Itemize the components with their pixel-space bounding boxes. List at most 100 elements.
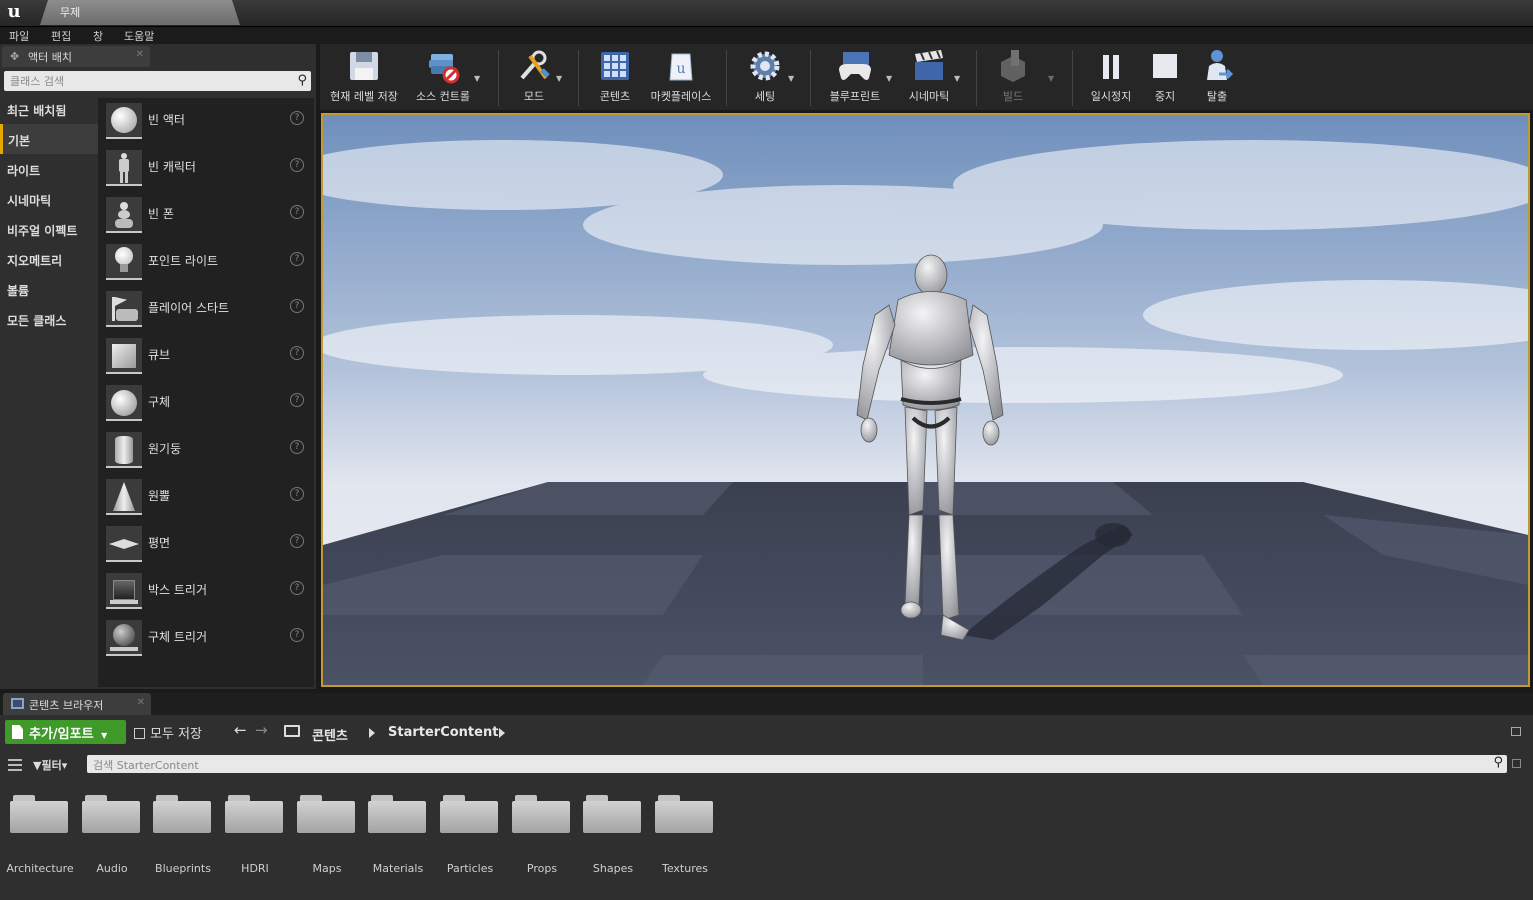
dropdown-arrow-icon: ▼	[101, 731, 108, 740]
build-button[interactable]: 빌드 ▼	[988, 48, 1054, 108]
title-bar: u 무제	[0, 0, 1533, 26]
help-icon[interactable]: ?	[290, 346, 304, 360]
breadcrumb-content[interactable]: 콘텐츠	[312, 725, 348, 744]
settings-button[interactable]: 세팅 ▼	[740, 48, 794, 108]
help-icon[interactable]: ?	[290, 487, 304, 501]
menu-edit[interactable]: 편집	[51, 28, 71, 44]
marketplace-button[interactable]: u 마켓플레이스	[646, 48, 716, 108]
category-visual-effects[interactable]: 비주얼 이펙트	[0, 214, 98, 244]
filters-button[interactable]: ▼필터▾	[33, 757, 67, 773]
folder-hdri[interactable]: HDRI	[225, 792, 285, 875]
save-all-button[interactable]: 모두 저장	[134, 723, 202, 742]
help-icon[interactable]: ?	[290, 299, 304, 313]
forward-arrow-icon[interactable]: →	[255, 721, 268, 739]
actor-item-box-trigger[interactable]: 박스 트리거 ?	[98, 568, 314, 615]
help-icon[interactable]: ?	[290, 111, 304, 125]
close-tab-icon[interactable]: ✕	[136, 49, 144, 60]
folder-textures[interactable]: Textures	[655, 792, 715, 875]
dropdown-arrow-icon[interactable]: ▼	[556, 74, 562, 83]
search-icon: ⚲	[1493, 755, 1503, 770]
level-document-tab[interactable]: 무제	[40, 0, 240, 25]
folder-open-icon[interactable]	[284, 725, 300, 737]
menu-file[interactable]: 파일	[9, 28, 29, 44]
help-icon[interactable]: ?	[290, 393, 304, 407]
actor-item-empty-actor[interactable]: 빈 액터 ?	[98, 98, 314, 145]
toolbar-separator	[726, 50, 727, 106]
blueprints-button[interactable]: 블루프린트 ▼	[822, 48, 892, 108]
menu-help[interactable]: 도움말	[124, 28, 154, 44]
actor-item-cube[interactable]: 큐브 ?	[98, 333, 314, 380]
category-volumes[interactable]: 볼륨	[0, 274, 98, 304]
cinematics-button[interactable]: 시네마틱 ▼	[902, 48, 960, 108]
dropdown-arrow-icon[interactable]: ▼	[886, 74, 892, 83]
back-arrow-icon[interactable]: ←	[234, 721, 247, 739]
category-all-classes[interactable]: 모든 클래스	[0, 304, 98, 334]
actor-item-empty-pawn[interactable]: 빈 폰 ?	[98, 192, 314, 239]
build-blocks-icon	[988, 48, 1038, 88]
help-icon[interactable]: ?	[290, 158, 304, 172]
cinematics-label: 시네마틱	[908, 90, 950, 103]
place-actors-tab[interactable]: ✥ 액터 배치 ✕	[2, 46, 150, 67]
content-search-input[interactable]: 검색 StarterContent ⚲	[87, 755, 1507, 773]
actor-item-cone[interactable]: 원뿔 ?	[98, 474, 314, 521]
actor-label: 평면	[148, 536, 171, 550]
actor-item-sphere-trigger[interactable]: 구체 트리거 ?	[98, 615, 314, 662]
stop-icon	[1144, 48, 1186, 88]
help-icon[interactable]: ?	[290, 628, 304, 642]
class-search-input[interactable]: 클래스 검색 ⚲	[4, 71, 311, 91]
actor-item-empty-character[interactable]: 빈 캐릭터 ?	[98, 145, 314, 192]
eject-button[interactable]: 탈출	[1194, 48, 1240, 108]
close-tab-icon[interactable]: ✕	[137, 697, 145, 708]
folder-materials[interactable]: Materials	[368, 792, 428, 875]
breadcrumb-separator-icon[interactable]	[369, 728, 375, 738]
add-import-button[interactable]: 추가/임포트 ▼	[5, 720, 126, 744]
level-viewport[interactable]	[321, 113, 1530, 687]
save-search-icon[interactable]	[1512, 759, 1521, 768]
folder-particles[interactable]: Particles	[440, 792, 500, 875]
modes-label: 모드	[523, 90, 545, 103]
folder-props[interactable]: Props	[512, 792, 572, 875]
dropdown-arrow-icon[interactable]: ▼	[474, 74, 480, 83]
folder-audio[interactable]: Audio	[82, 792, 142, 875]
category-lights[interactable]: 라이트	[0, 154, 98, 184]
help-icon[interactable]: ?	[290, 252, 304, 266]
lock-icon[interactable]	[1511, 727, 1521, 736]
save-all-label: 모두 저장	[150, 727, 202, 742]
folder-shapes[interactable]: Shapes	[583, 792, 643, 875]
help-icon[interactable]: ?	[290, 440, 304, 454]
actor-label: 구체	[148, 395, 171, 409]
dropdown-arrow-icon[interactable]: ▼	[1048, 74, 1054, 83]
floppy-disk-icon	[326, 48, 402, 88]
actor-item-cylinder[interactable]: 원기둥 ?	[98, 427, 314, 474]
actor-item-point-light[interactable]: 포인트 라이트 ?	[98, 239, 314, 286]
dropdown-arrow-icon[interactable]: ▼	[954, 74, 960, 83]
menu-window[interactable]: 창	[93, 28, 103, 44]
content-button[interactable]: 콘텐츠	[590, 48, 640, 108]
help-icon[interactable]: ?	[290, 534, 304, 548]
pause-button[interactable]: 일시정지	[1086, 48, 1136, 108]
category-basic[interactable]: 기본	[0, 124, 98, 154]
modes-button[interactable]: 모드 ▼	[506, 48, 562, 108]
content-browser-tab[interactable]: 콘텐츠 브라우저 ✕	[3, 693, 151, 715]
category-geometry[interactable]: 지오메트리	[0, 244, 98, 274]
folder-architecture[interactable]: Architecture	[6, 792, 74, 875]
help-icon[interactable]: ?	[290, 205, 304, 219]
category-recent[interactable]: 최근 배치됨	[0, 94, 98, 124]
source-control-button[interactable]: 소스 컨트롤 ▼	[408, 48, 480, 108]
category-cinematic[interactable]: 시네마틱	[0, 184, 98, 214]
actor-item-plane[interactable]: 평면 ?	[98, 521, 314, 568]
folder-maps[interactable]: Maps	[297, 792, 357, 875]
source-control-icon	[408, 48, 478, 88]
sources-panel-icon[interactable]	[8, 759, 22, 771]
toolbar-separator	[1072, 50, 1073, 106]
breadcrumb-separator-icon[interactable]	[499, 728, 505, 738]
unreal-logo-icon[interactable]: u	[2, 1, 26, 23]
help-icon[interactable]: ?	[290, 581, 304, 595]
stop-button[interactable]: 중지	[1144, 48, 1186, 108]
actor-item-player-start[interactable]: 플레이어 스타트 ?	[98, 286, 314, 333]
dropdown-arrow-icon[interactable]: ▼	[788, 74, 794, 83]
save-level-button[interactable]: 현재 레벨 저장	[326, 48, 402, 108]
actor-item-sphere[interactable]: 구체 ?	[98, 380, 314, 427]
folder-blueprints[interactable]: Blueprints	[153, 792, 213, 875]
breadcrumb-startercontent[interactable]: StarterContent	[388, 725, 498, 740]
